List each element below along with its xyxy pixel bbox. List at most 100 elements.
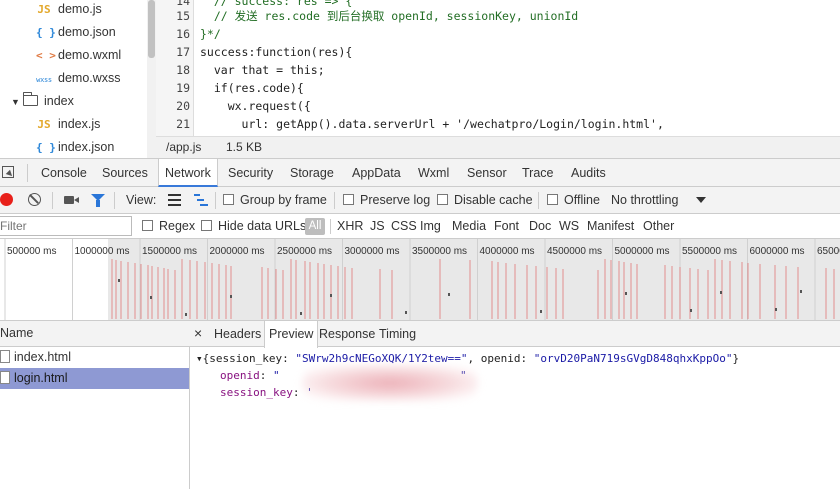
screenshot-camera-icon[interactable] <box>64 196 79 204</box>
timeline-tick-label: 5000000 ms <box>615 246 670 257</box>
js-file-icon: JS <box>37 3 51 16</box>
tab-trace[interactable]: Trace <box>522 159 554 187</box>
filter-type-css[interactable]: CSS <box>391 214 417 238</box>
tree-scrollbar[interactable] <box>147 0 156 158</box>
waterfall-overview-icon[interactable] <box>194 194 208 206</box>
request-detail-panel: × Headers Preview Response Timing ▾{sess… <box>190 321 840 489</box>
caret-down-icon[interactable]: ▼ <box>11 91 23 114</box>
line-number: 19 <box>176 81 190 95</box>
divider <box>330 219 331 234</box>
code-editor[interactable]: 14 15 16 17 18 19 20 21 // success: res … <box>156 0 840 136</box>
detail-tab-bar: × Headers Preview Response Timing <box>190 321 840 348</box>
json-string: "orvD20PaN719sGVgD848qhxKppOo" <box>533 352 733 365</box>
filter-all-button[interactable]: All <box>305 218 325 235</box>
group-by-frame-checkbox[interactable]: Group by frame <box>223 187 327 213</box>
filter-funnel-icon[interactable] <box>91 194 105 207</box>
code-line: wx.request({ <box>200 99 311 113</box>
filter-type-font[interactable]: Font <box>494 214 519 238</box>
inspect-element-icon[interactable] <box>2 166 14 178</box>
tab-appdata[interactable]: AppData <box>352 159 401 187</box>
timeline-tick-label: 6000000 ms <box>750 246 805 257</box>
checkbox-label: Disable cache <box>454 193 533 207</box>
request-list: Name index.html login.html <box>0 321 190 489</box>
line-number: 16 <box>176 27 190 41</box>
timeline-fleck <box>230 295 232 298</box>
code-line: var that = this; <box>200 63 325 77</box>
dropdown-arrow-icon[interactable] <box>696 197 706 203</box>
checkbox-box[interactable] <box>223 194 234 205</box>
filter-type-ws[interactable]: WS <box>559 214 579 238</box>
wxss-file-icon: wxss <box>36 76 52 84</box>
code-line: if(res.code){ <box>200 81 304 95</box>
filter-bar: Regex Hide data URLs All XHR JS CSS Img … <box>0 214 840 239</box>
devtools-tab-bar: Console Sources Network Security Storage… <box>0 158 840 187</box>
tree-item-demo-wxml[interactable]: < > demo.wxml <box>36 44 121 67</box>
timeline-canvas[interactable]: 500000 ms 1000000 ms 1500000 ms 2000000 ms 2… <box>0 239 840 321</box>
request-name: index.html <box>14 350 71 364</box>
filter-type-media[interactable]: Media <box>452 214 486 238</box>
filter-type-manifest[interactable]: Manifest <box>587 214 634 238</box>
tab-headers[interactable]: Headers <box>214 321 261 347</box>
line-number: 17 <box>176 45 190 59</box>
preview-summary-line[interactable]: ▾{session_key: "SWrw2h9cNEGoXQK/1Y2tew==… <box>196 350 739 367</box>
divider <box>538 192 539 209</box>
preserve-log-checkbox[interactable]: Preserve log <box>343 187 430 213</box>
checkbox-box[interactable] <box>201 220 212 231</box>
large-rows-icon[interactable] <box>168 194 181 206</box>
filter-type-img[interactable]: Img <box>420 214 441 238</box>
checkbox-box[interactable] <box>142 220 153 231</box>
expand-triangle-icon[interactable]: ▾ <box>196 352 203 365</box>
tab-sensor[interactable]: Sensor <box>467 159 507 187</box>
record-icon[interactable] <box>0 193 13 206</box>
close-icon[interactable]: × <box>194 321 202 347</box>
hide-data-urls-checkbox[interactable]: Hide data URLs <box>201 214 306 238</box>
name-column-header[interactable]: Name <box>0 321 190 347</box>
tab-console[interactable]: Console <box>41 159 87 187</box>
code-line: }*/ <box>200 27 221 41</box>
disable-cache-checkbox[interactable]: Disable cache <box>437 187 533 213</box>
tab-storage[interactable]: Storage <box>290 159 334 187</box>
timeline-fleck <box>405 311 407 314</box>
tree-item-demo-json[interactable]: { } demo.json <box>36 21 116 44</box>
tab-security[interactable]: Security <box>228 159 273 187</box>
clear-icon[interactable] <box>28 193 41 206</box>
timeline-fleck <box>150 296 152 299</box>
tree-item-demo-js[interactable]: JS demo.js <box>36 0 101 21</box>
tab-wxml[interactable]: Wxml <box>418 159 449 187</box>
redaction-blur <box>302 365 478 401</box>
throttling-select[interactable]: No throttling <box>611 187 678 213</box>
tree-item-label: demo.wxml <box>58 48 122 62</box>
line-number: 20 <box>176 99 190 113</box>
checkbox-box[interactable] <box>437 194 448 205</box>
offline-checkbox[interactable]: Offline <box>547 187 600 213</box>
filter-type-other[interactable]: Other <box>643 214 674 238</box>
tab-timing[interactable]: Timing <box>379 321 416 347</box>
timeline-fleck <box>300 312 302 315</box>
tab-response[interactable]: Response <box>319 321 375 347</box>
filter-type-doc[interactable]: Doc <box>529 214 551 238</box>
tree-item-index-js[interactable]: JS index.js <box>36 113 100 136</box>
timeline-fleck <box>330 294 332 297</box>
tree-scrollbar-thumb[interactable] <box>148 0 155 58</box>
code-line: success:function(res){ <box>200 45 353 59</box>
tab-audits[interactable]: Audits <box>571 159 606 187</box>
document-icon <box>0 371 10 384</box>
tab-preview[interactable]: Preview <box>264 321 319 348</box>
filter-type-xhr[interactable]: XHR <box>337 214 363 238</box>
tab-network[interactable]: Network <box>158 159 218 187</box>
tab-sources[interactable]: Sources <box>102 159 148 187</box>
timeline-tick-label: 5500000 ms <box>682 246 737 257</box>
tree-folder-index[interactable]: ▼ index <box>11 90 74 113</box>
network-timeline-overview[interactable]: 500000 ms 1000000 ms 1500000 ms 2000000 ms 2… <box>0 239 840 321</box>
checkbox-box[interactable] <box>343 194 354 205</box>
regex-checkbox[interactable]: Regex <box>142 214 195 238</box>
request-row-index-html[interactable]: index.html <box>0 347 189 368</box>
editor-status-bar: /app.js 1.5 KB <box>156 136 840 158</box>
filter-type-js[interactable]: JS <box>370 214 385 238</box>
json-key: session_key <box>220 386 293 399</box>
checkbox-box[interactable] <box>547 194 558 205</box>
request-row-login-html[interactable]: login.html <box>0 368 189 389</box>
tree-item-index-json[interactable]: { } index.json <box>36 136 114 158</box>
filter-input[interactable] <box>0 216 132 236</box>
tree-item-demo-wxss[interactable]: wxss demo.wxss <box>36 67 120 90</box>
